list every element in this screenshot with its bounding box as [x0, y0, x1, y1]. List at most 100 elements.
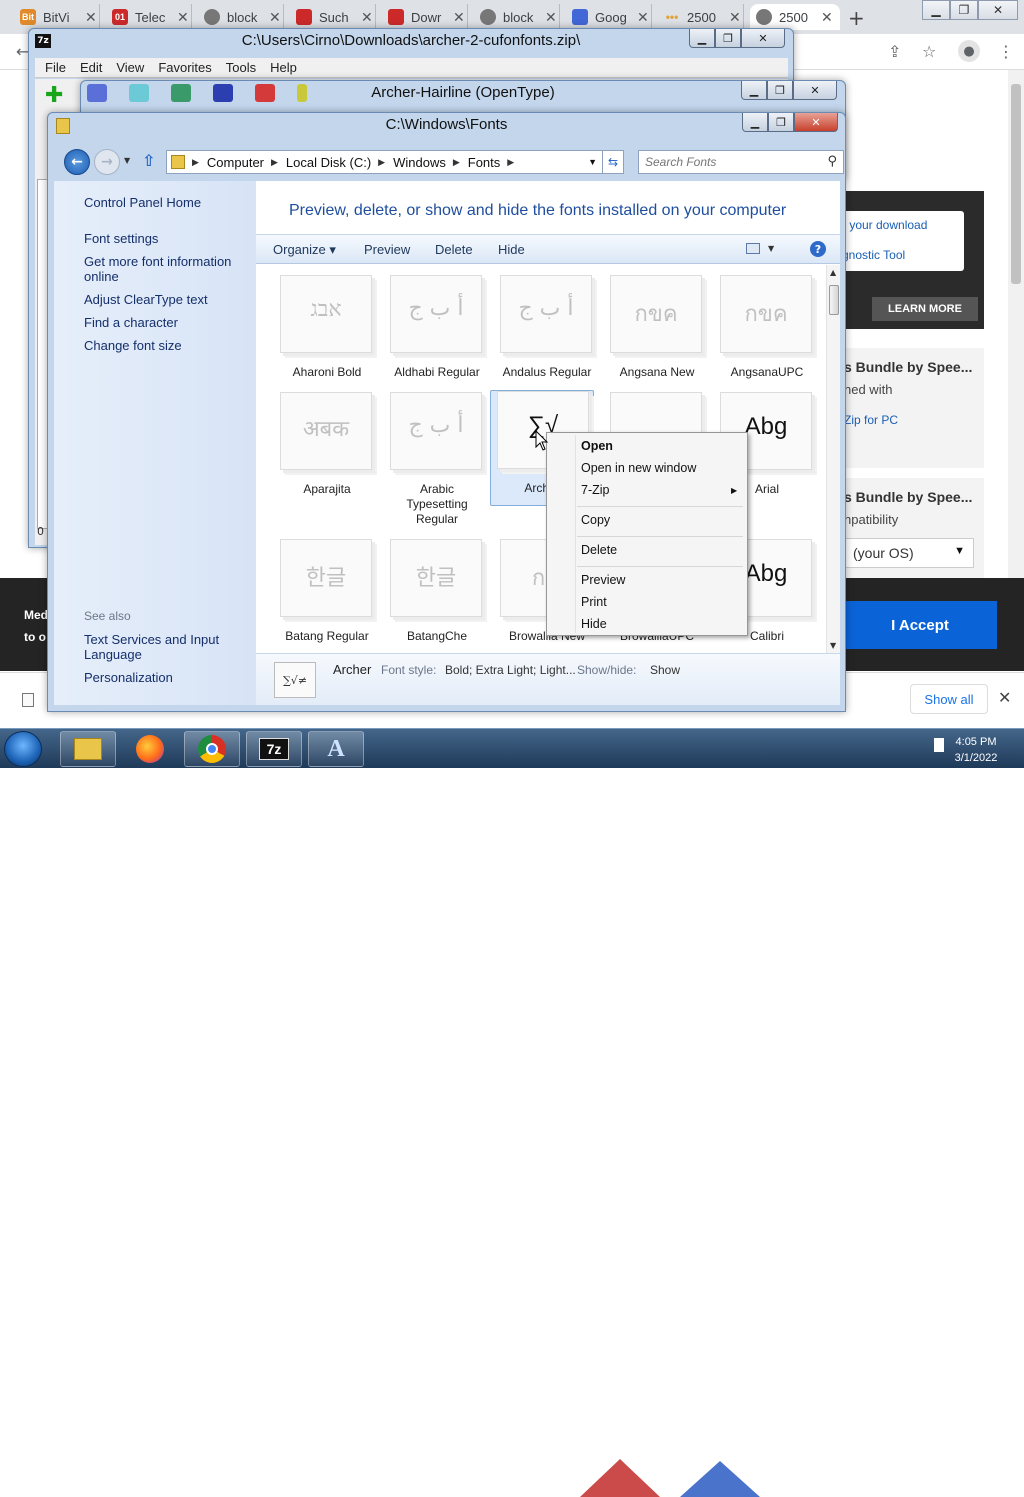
browser-tab[interactable]: block ✕ [198, 4, 284, 30]
hide-button[interactable]: Hide [498, 242, 525, 257]
close-icon[interactable]: ✕ [729, 9, 741, 26]
menu-item-open[interactable]: Open [581, 439, 613, 453]
find-character-link[interactable]: Find a character [84, 315, 244, 330]
more-font-info-link[interactable]: Get more font information online [84, 254, 244, 284]
recent-pages-dropdown[interactable]: ▼ [124, 156, 130, 165]
chevron-right-icon[interactable]: ▶ [507, 157, 514, 168]
file-icon[interactable] [22, 693, 34, 707]
start-button[interactable] [4, 731, 42, 767]
scroll-down-icon[interactable]: ▼ [830, 641, 836, 650]
browser-tab[interactable]: 01 Telec ✕ [106, 4, 192, 30]
browser-tab[interactable]: Such ✕ [290, 4, 376, 30]
bundle-title[interactable]: s Bundle by Spee... [844, 359, 972, 375]
close-icon[interactable]: ✕ [998, 688, 1011, 707]
font-tile[interactable]: أ ب ج Arabic Typesetting Regular [382, 392, 492, 526]
chevron-right-icon[interactable]: ▶ [192, 157, 199, 168]
os-select[interactable]: (your OS) ▼ [844, 538, 974, 568]
menu-file[interactable]: File [45, 60, 66, 75]
close-icon[interactable]: ✕ [637, 9, 649, 26]
chevron-right-icon[interactable]: ▶ [378, 157, 385, 168]
font-tile[interactable]: אבג Aharoni Bold [272, 275, 382, 391]
share-icon[interactable]: ⇪ [888, 42, 901, 61]
text-services-link[interactable]: Text Services and Input Language [84, 632, 244, 662]
chevron-down-icon[interactable]: ▼ [768, 244, 774, 253]
menu-help[interactable]: Help [270, 60, 297, 75]
accept-cookies-button[interactable]: I Accept [843, 601, 997, 649]
download-link[interactable]: r your download [842, 218, 927, 232]
search-input[interactable] [645, 152, 825, 172]
new-tab-button[interactable]: + [848, 6, 865, 30]
font-tile[interactable]: أ ب ج Andalus Regular [492, 275, 602, 391]
search-box[interactable]: ⚲ [638, 150, 844, 174]
font-tile[interactable]: أ ب ج Aldhabi Regular [382, 275, 492, 391]
menu-tools[interactable]: Tools [226, 60, 256, 75]
menu-item-7zip[interactable]: 7-Zip [581, 483, 609, 497]
breadcrumb-item[interactable]: Windows [393, 155, 446, 170]
add-icon[interactable]: ✚ [45, 83, 63, 108]
minimize-button[interactable]: ▁ [689, 29, 715, 48]
address-dropdown[interactable]: ▼ [588, 157, 597, 167]
close-button[interactable]: ✕ [794, 113, 838, 132]
close-icon[interactable]: ✕ [85, 9, 97, 26]
browser-tab[interactable]: Dowr ✕ [382, 4, 468, 30]
menu-favorites[interactable]: Favorites [158, 60, 211, 75]
control-panel-home-link[interactable]: Control Panel Home [84, 195, 244, 210]
bundle-title[interactable]: s Bundle by Spee... [844, 489, 972, 505]
profile-icon[interactable]: ● [958, 40, 980, 62]
clock[interactable]: 4:05 PM 3/1/2022 [946, 734, 1006, 766]
scrollbar-thumb[interactable] [1011, 84, 1021, 284]
taskbar-font-viewer[interactable]: A [308, 731, 364, 767]
network-icon[interactable] [934, 738, 944, 752]
view-icon[interactable] [746, 243, 760, 254]
close-icon[interactable]: ✕ [177, 9, 189, 26]
menu-view[interactable]: View [116, 60, 144, 75]
back-button[interactable]: ← [64, 149, 90, 175]
taskbar-explorer[interactable] [60, 731, 116, 767]
close-icon[interactable]: ✕ [821, 9, 833, 26]
browser-tab[interactable]: Goog ✕ [566, 4, 652, 30]
menu-item-open-new-window[interactable]: Open in new window [581, 461, 696, 475]
taskbar-7zip[interactable]: 7z [246, 731, 302, 767]
font-tile[interactable]: 한글 BatangChe [382, 539, 492, 653]
close-button[interactable]: ✕ [793, 81, 837, 100]
menu-item-delete[interactable]: Delete [581, 543, 617, 557]
close-icon[interactable]: ✕ [361, 9, 373, 26]
close-icon[interactable]: ✕ [269, 9, 281, 26]
show-all-downloads-button[interactable]: Show all [910, 684, 988, 714]
browser-tab[interactable]: block ✕ [474, 4, 560, 30]
font-tile[interactable]: अबक Aparajita [272, 392, 382, 508]
search-icon[interactable]: ⚲ [827, 154, 837, 169]
organize-button[interactable]: Organize ▾ [273, 242, 336, 258]
learn-more-button[interactable]: LEARN MORE [872, 297, 978, 321]
menu-item-print[interactable]: Print [581, 595, 607, 609]
vertical-scrollbar[interactable]: ▲ ▼ [826, 265, 840, 653]
refresh-button[interactable]: ⇆ [602, 150, 624, 174]
breadcrumb-item[interactable]: Fonts [468, 155, 501, 170]
browser-tab-active[interactable]: 2500 ✕ [750, 4, 840, 30]
browser-tab[interactable]: ••• 2500 ✕ [658, 4, 744, 30]
chevron-right-icon[interactable]: ▶ [453, 157, 460, 168]
maximize-button[interactable]: ❐ [715, 29, 741, 48]
preview-button[interactable]: Preview [364, 242, 410, 257]
close-button[interactable]: ✕ [741, 29, 785, 48]
forward-button[interactable]: → [94, 149, 120, 175]
change-font-size-link[interactable]: Change font size [84, 338, 244, 353]
maximize-button[interactable]: ❐ [768, 113, 794, 132]
help-icon[interactable]: ? [810, 241, 826, 257]
menu-item-copy[interactable]: Copy [581, 513, 610, 527]
breadcrumb-item[interactable]: Local Disk (C:) [286, 155, 371, 170]
font-tile[interactable]: 한글 Batang Regular [272, 539, 382, 653]
close-icon[interactable]: ✕ [545, 9, 557, 26]
scroll-up-icon[interactable]: ▲ [830, 268, 836, 277]
minimize-button[interactable]: ▁ [922, 0, 950, 20]
scrollbar-thumb[interactable] [829, 285, 839, 315]
more-menu-icon[interactable]: ⋮ [998, 42, 1014, 61]
personalization-link[interactable]: Personalization [84, 670, 244, 685]
chevron-right-icon[interactable]: ▶ [271, 157, 278, 168]
minimize-button[interactable]: ▁ [741, 81, 767, 100]
up-arrow-icon[interactable]: ⇧ [142, 151, 155, 170]
action-center-flag-icon[interactable] [914, 1469, 930, 1483]
close-icon[interactable]: ✕ [453, 9, 465, 26]
maximize-button[interactable]: ❐ [767, 81, 793, 100]
close-button[interactable]: ✕ [978, 0, 1018, 20]
